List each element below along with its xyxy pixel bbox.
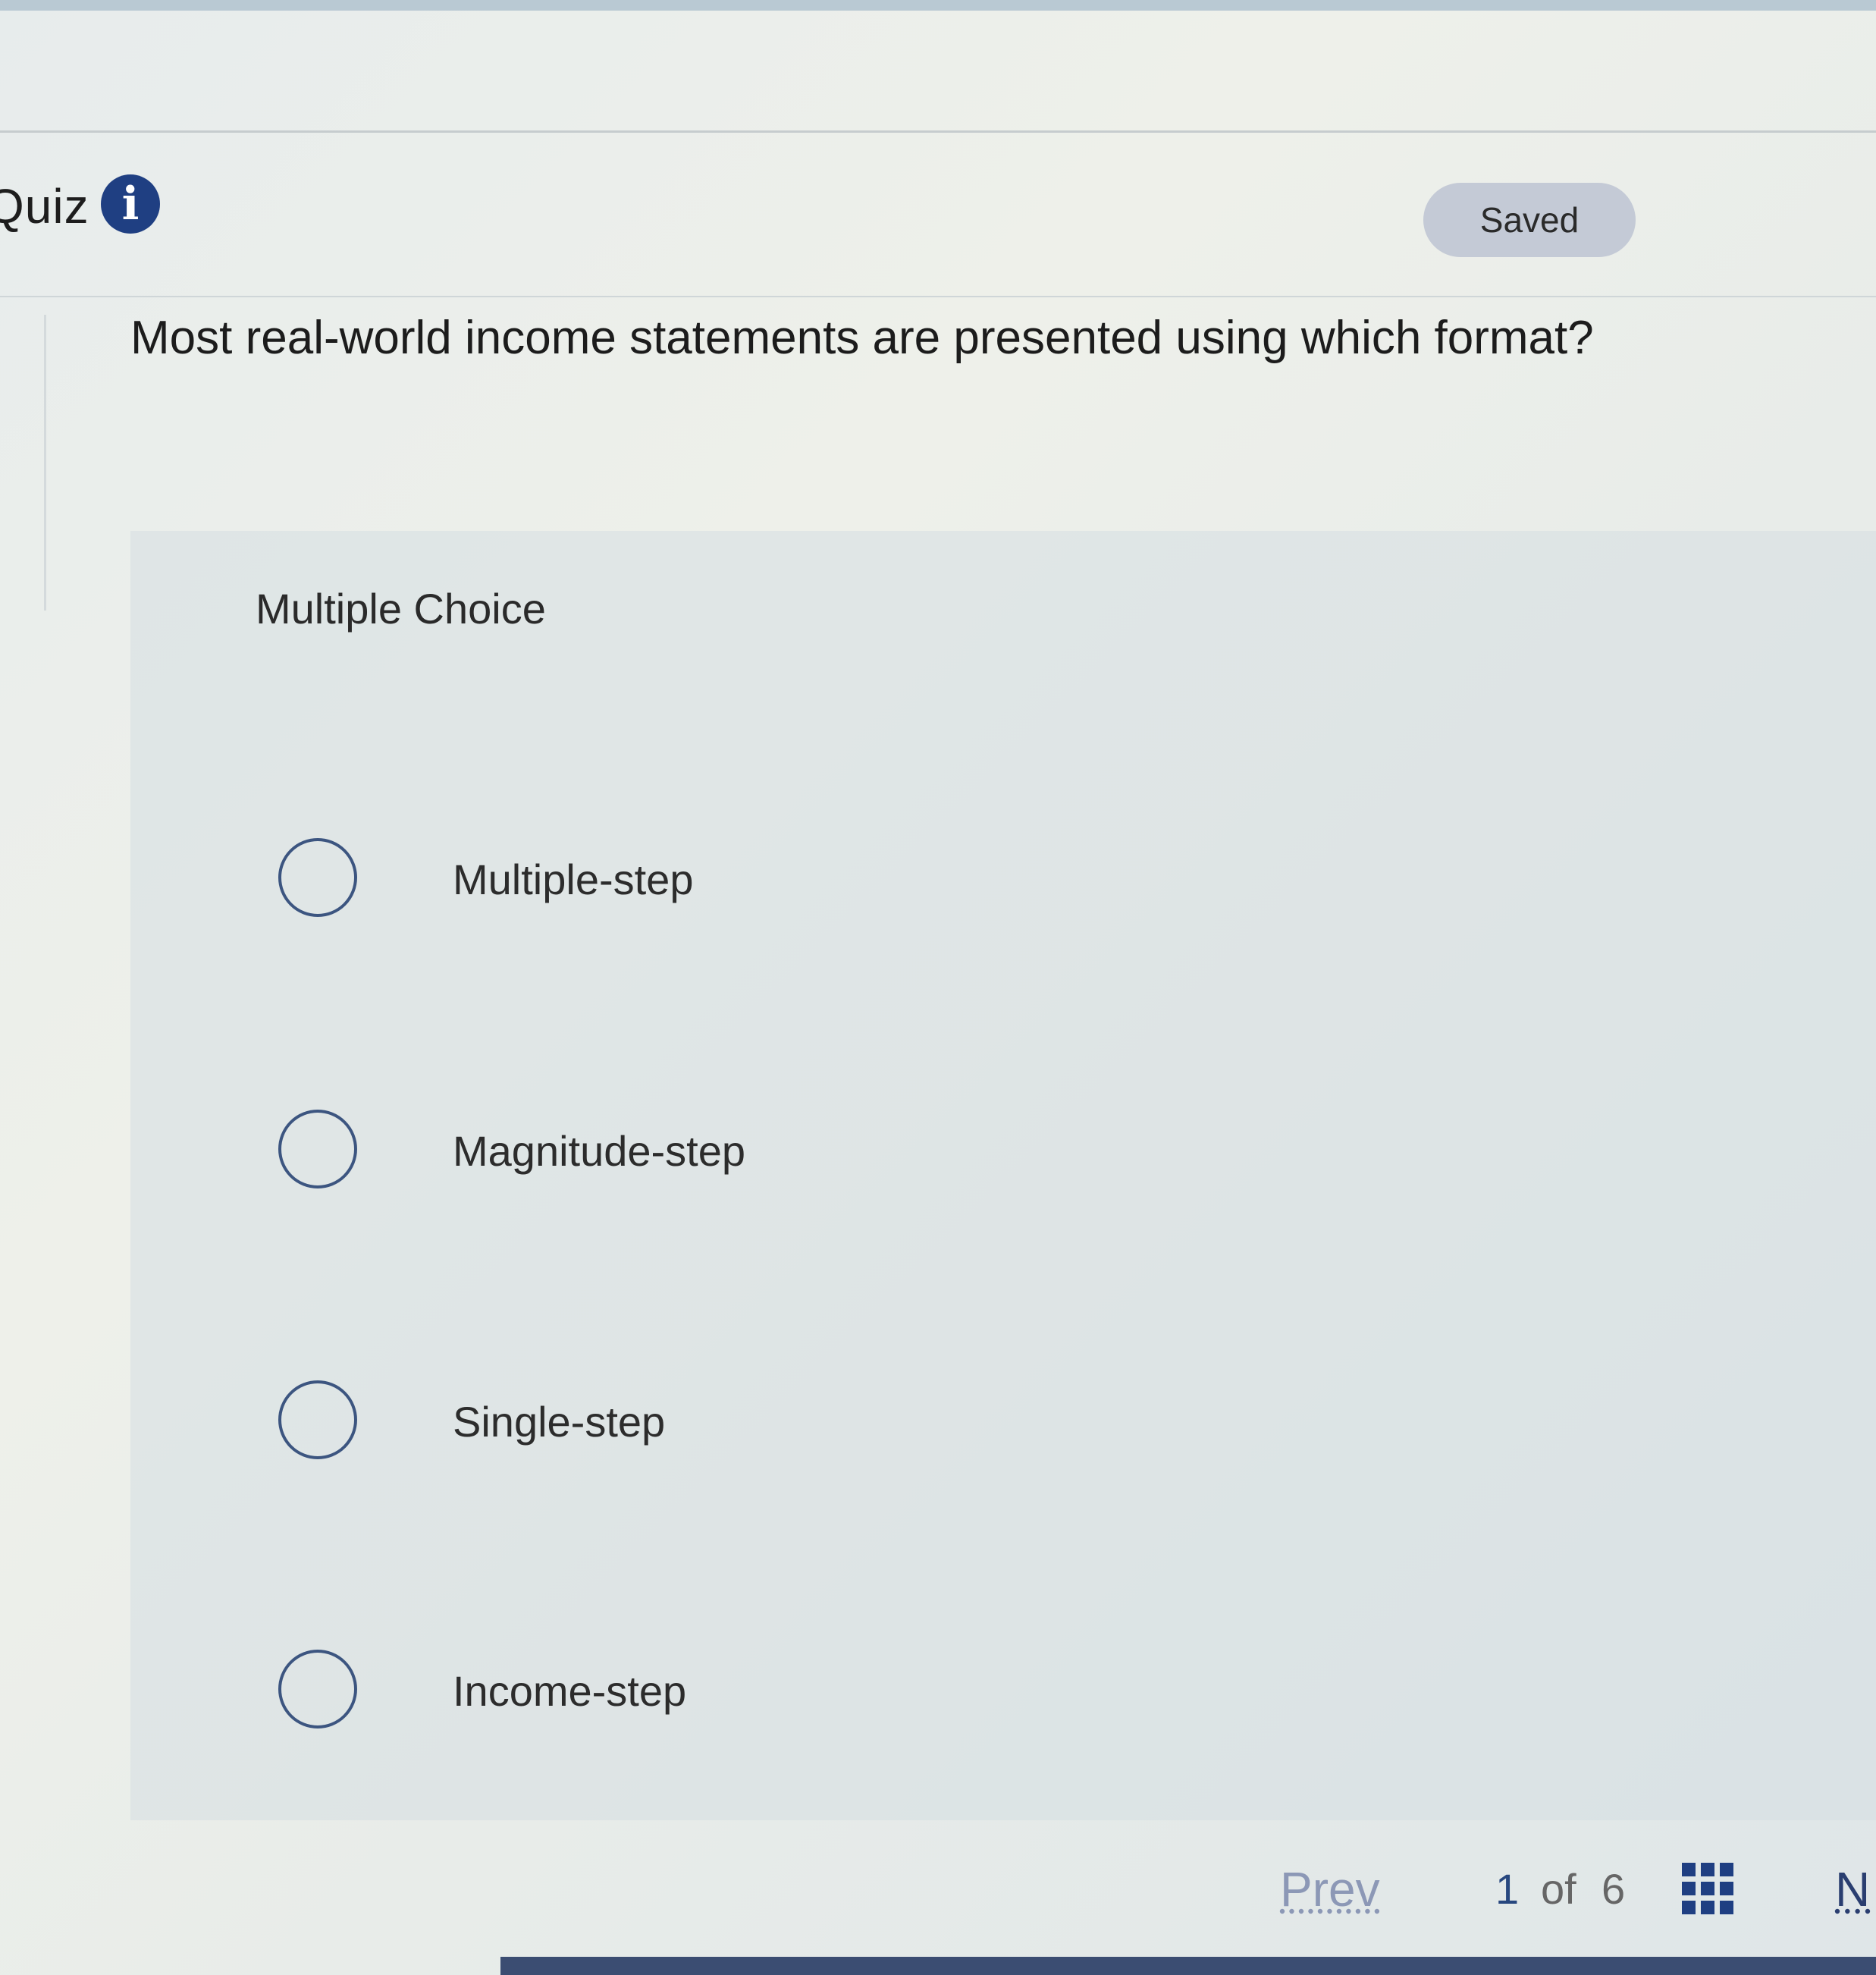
question-prompt: Most real-world income statements are pr… — [130, 312, 1594, 364]
quiz-header: Quiz i Saved — [0, 133, 1876, 296]
page-of-label: of — [1541, 1865, 1576, 1913]
radio-button[interactable] — [278, 1650, 357, 1729]
radio-button[interactable] — [278, 1380, 357, 1459]
answer-option-label[interactable]: Multiple-step — [453, 855, 693, 904]
answer-panel: Multiple Choice Multiple-step Magnitude-… — [130, 531, 1876, 1820]
question-navigation: Prev 1 of 6 N — [0, 1851, 1876, 1926]
grid-icon[interactable] — [1682, 1863, 1733, 1914]
info-icon[interactable]: i — [101, 174, 160, 234]
answer-option-label[interactable]: Magnitude-step — [453, 1126, 745, 1176]
next-button[interactable]: N — [1835, 1861, 1870, 1917]
answer-option-label[interactable]: Single-step — [453, 1397, 665, 1446]
current-page-number: 1 — [1495, 1865, 1520, 1913]
bottom-progress-bar — [500, 1957, 1876, 1975]
left-rail — [0, 315, 46, 611]
prev-button[interactable]: Prev — [1280, 1861, 1380, 1917]
answer-option[interactable]: Multiple-step — [278, 838, 1188, 929]
radio-button[interactable] — [278, 838, 357, 917]
window-top-edge — [0, 0, 1876, 11]
header-bottom-divider — [0, 296, 1876, 297]
question-type-label: Multiple Choice — [256, 585, 546, 633]
answer-option[interactable]: Income-step — [278, 1650, 1188, 1741]
radio-button[interactable] — [278, 1110, 357, 1188]
answer-option-label[interactable]: Income-step — [453, 1666, 686, 1716]
answer-option[interactable]: Single-step — [278, 1380, 1188, 1471]
saved-status-badge: Saved — [1423, 183, 1636, 257]
answer-option[interactable]: Magnitude-step — [278, 1110, 1188, 1201]
total-pages-number: 6 — [1602, 1865, 1626, 1913]
page-title: Quiz — [0, 179, 89, 234]
